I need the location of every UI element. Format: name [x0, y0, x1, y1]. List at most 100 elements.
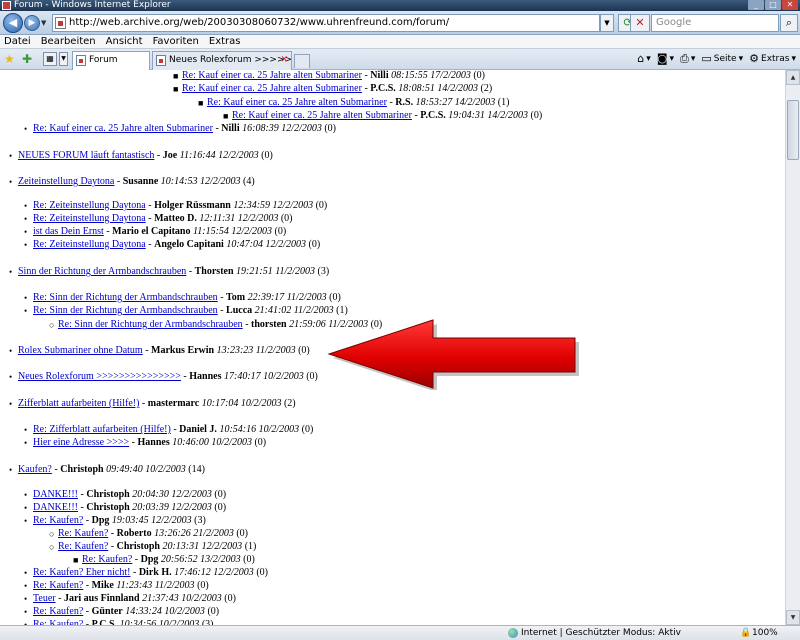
reply-count: (0) [207, 606, 220, 617]
scroll-down-icon[interactable]: ▼ [786, 610, 800, 625]
post-row: • Zifferblatt aufarbeiten (Hilfe!) - mast… [9, 398, 296, 409]
globe-icon [508, 628, 518, 638]
reply-count: (14) [188, 464, 205, 475]
tab-list-dropdown-icon[interactable]: ▼ [59, 52, 68, 66]
reply-count: (2) [283, 398, 296, 409]
list-bullet: • [24, 214, 28, 224]
post-title-link[interactable]: Re: Kaufen? [33, 515, 83, 526]
post-title-link[interactable]: Re: Kaufen? [58, 528, 108, 539]
post-title-link[interactable]: NEUES FORUM läuft fantastisch [18, 150, 154, 161]
menu-bearbeiten[interactable]: Bearbeiten [41, 35, 96, 48]
stop-icon[interactable]: ✕ [630, 14, 650, 32]
post-title-link[interactable]: Re: Zeiteinstellung Daytona [33, 239, 146, 250]
post-title-link[interactable]: DANKE!!! [33, 502, 78, 513]
post-author: Mike [91, 580, 114, 591]
post-title-link[interactable]: Zifferblatt aufarbeiten (Hilfe!) [18, 398, 139, 409]
menu-datei[interactable]: Datei [4, 35, 31, 48]
post-title-link[interactable]: Re: Zeiteinstellung Daytona [33, 213, 146, 224]
post-title-link[interactable]: Neues Rolexforum >>>>>>>>>>>>>>> [18, 371, 181, 382]
post-title-link[interactable]: Re: Sinn der Richtung der Armbandschraub… [33, 305, 218, 316]
post-title-link[interactable]: ist das Dein Ernst [33, 226, 104, 237]
post-row: ■ Re: Kauf einer ca. 25 Jahre alten Subma… [198, 97, 510, 108]
search-input[interactable]: Google [651, 14, 779, 32]
list-bullet: ○ [49, 529, 55, 539]
post-title-link[interactable]: Re: Sinn der Richtung der Armbandschraub… [33, 292, 218, 303]
post-title-link[interactable]: Re: Kaufen? [33, 606, 83, 617]
post-author: R.S. [395, 97, 414, 108]
scroll-up-icon[interactable]: ▲ [786, 70, 800, 85]
post-author: Günter [91, 606, 123, 617]
menu-favoriten[interactable]: Favoriten [153, 35, 199, 48]
new-tab-button[interactable] [294, 54, 310, 68]
post-date: 20:13:31 12/2/2003 [162, 541, 243, 552]
post-title-link[interactable]: Teuer [33, 593, 56, 604]
post-title-link[interactable]: Re: Kauf einer ca. 25 Jahre alten Submar… [232, 110, 412, 121]
post-title-link[interactable]: Re: Kaufen? [82, 554, 132, 565]
reply-count: (3) [194, 515, 206, 526]
list-bullet: • [9, 346, 13, 356]
post-row: • Neues Rolexforum >>>>>>>>>>>>>>> - Hann… [9, 371, 318, 382]
post-title-link[interactable]: Re: Kauf einer ca. 25 Jahre alten Submar… [207, 97, 387, 108]
home-button[interactable]: ⌂ ▾ [637, 52, 651, 66]
reply-count: (0) [329, 292, 341, 303]
forward-button[interactable]: ▶ [24, 15, 40, 31]
post-row: ■ Re: Kauf einer ca. 25 Jahre alten Subma… [173, 70, 486, 81]
post-title-link[interactable]: Re: Kauf einer ca. 25 Jahre alten Submar… [182, 70, 362, 81]
post-author: Jari aus Finnland [63, 593, 140, 604]
add-favorite-icon[interactable]: ✚ [22, 52, 32, 66]
post-author: Hannes [189, 371, 222, 382]
post-author: mastermarc [147, 398, 200, 409]
vertical-scrollbar[interactable]: ▲ ▼ [785, 70, 800, 625]
page-menu-button[interactable]: ▭ Seite ▾ [701, 52, 743, 66]
post-date: 22:39:17 11/2/2003 [247, 292, 327, 303]
post-title-link[interactable]: Re: Kauf einer ca. 25 Jahre alten Submar… [33, 123, 213, 134]
post-title-link[interactable]: Re: Kaufen? Eher nicht! [33, 567, 130, 578]
tab-close-icon[interactable]: ✕ [280, 52, 288, 69]
reply-count: (0) [214, 502, 227, 513]
post-title-link[interactable]: Re: Kaufen? [58, 541, 108, 552]
post-title-link[interactable]: Hier eine Adresse >>>> [33, 437, 129, 448]
search-icon[interactable]: ⌕ [780, 14, 798, 32]
red-arrow-annotation [327, 319, 579, 390]
post-date: 08:15:55 17/2/2003 [391, 70, 471, 81]
post-date: 17:40:17 10/2/2003 [224, 371, 304, 382]
reply-count: (0) [280, 213, 293, 224]
security-zone[interactable]: Internet | Geschützter Modus: Aktiv [508, 626, 718, 640]
post-title-link[interactable]: Re: Zeiteinstellung Daytona [33, 200, 146, 211]
post-title-link[interactable]: DANKE!!! [33, 489, 78, 500]
maximize-icon[interactable]: □ [765, 0, 781, 10]
back-button[interactable]: ◀ [3, 13, 23, 33]
minimize-icon[interactable]: _ [748, 0, 764, 10]
close-icon[interactable]: ✕ [782, 0, 798, 10]
url-dropdown-icon[interactable]: ▼ [600, 14, 614, 32]
print-button[interactable]: ⎙ ▾ [680, 52, 695, 66]
extras-menu-button[interactable]: ⚙ Extras ▾ [749, 52, 796, 66]
post-row: • Sinn der Richtung der Armbandschrauben … [9, 266, 330, 277]
post-title-link[interactable]: Re: Sinn der Richtung der Armbandschraub… [58, 319, 243, 330]
post-title-link[interactable]: Re: Zifferblatt aufarbeiten (Hilfe!) [33, 424, 171, 435]
quick-tabs-icon[interactable]: ▦ [43, 52, 57, 66]
post-date: 10:14:53 12/2/2003 [160, 176, 241, 187]
zoom-level[interactable]: 100% [752, 626, 778, 640]
post-title-link[interactable]: Kaufen? [18, 464, 52, 475]
list-bullet: • [9, 465, 13, 475]
post-title-link[interactable]: Rolex Submariner ohne Datum [18, 345, 143, 356]
menu-ansicht[interactable]: Ansicht [106, 35, 143, 48]
post-title-link[interactable]: Sinn der Richtung der Armbandschrauben [18, 266, 186, 277]
post-title-link[interactable]: Re: Kaufen? [33, 580, 83, 591]
tab-forum[interactable]: Forum [72, 51, 150, 70]
menu-extras[interactable]: Extras [209, 35, 241, 48]
list-bullet: • [9, 267, 13, 277]
tab-neues-rolexforum[interactable]: Neues Rolexforum >>>>>... ✕ [152, 51, 292, 70]
history-dropdown-icon[interactable]: ▼ [41, 19, 46, 27]
scrollbar-thumb[interactable] [787, 100, 799, 160]
list-bullet: • [24, 490, 28, 500]
post-title-link[interactable]: Re: Kauf einer ca. 25 Jahre alten Submar… [182, 83, 362, 94]
feeds-button[interactable]: ◙ ▾ [657, 52, 674, 66]
reply-count: (0) [308, 239, 321, 250]
lock-icon: 🔒 [740, 628, 752, 638]
url-input[interactable]: http://web.archive.org/web/2003030806073… [52, 14, 600, 32]
favorites-star-icon[interactable]: ★ [4, 52, 15, 66]
post-title-link[interactable]: Zeiteinstellung Daytona [18, 176, 114, 187]
menu-bar: Datei Bearbeiten Ansicht Favoriten Extra… [0, 35, 800, 49]
